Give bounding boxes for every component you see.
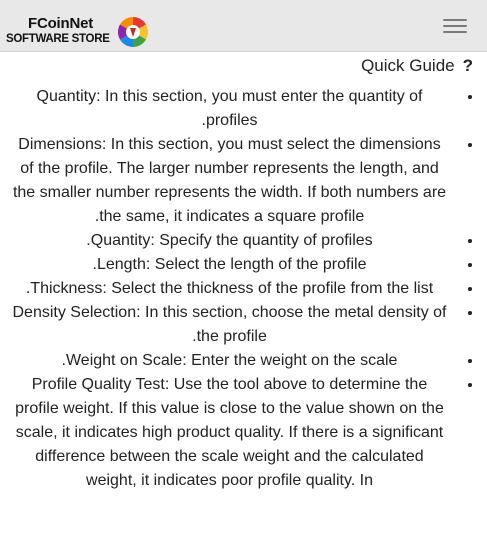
menu-bar bbox=[443, 31, 467, 33]
top-navbar: FCoinNet SOFTWARE STORE bbox=[0, 0, 487, 52]
brand-link[interactable]: FCoinNet SOFTWARE STORE bbox=[6, 9, 154, 49]
list-item: Weight on Scale: Enter the weight on the… bbox=[12, 349, 457, 373]
fcoinnet-logo-icon bbox=[117, 16, 149, 48]
menu-bar bbox=[443, 25, 467, 27]
brand-subtitle: SOFTWARE STORE bbox=[6, 33, 110, 45]
quick-guide-heading: ? Quick Guide bbox=[0, 54, 487, 80]
list-item: Length: Select the length of the profile… bbox=[12, 253, 457, 277]
quick-guide-list: Quantity: In this section, you must ente… bbox=[0, 85, 487, 493]
help-icon[interactable]: ? bbox=[463, 56, 473, 75]
quick-guide-title: Quick Guide bbox=[361, 56, 455, 75]
list-item: Thickness: Select the thickness of the p… bbox=[12, 277, 457, 301]
list-item: Profile Quality Test: Use the tool above… bbox=[12, 373, 457, 493]
list-item: Quantity: In this section, you must ente… bbox=[12, 85, 457, 133]
brand-name: FCoinNet bbox=[28, 15, 94, 32]
list-item: Dimensions: In this section, you must se… bbox=[12, 133, 457, 229]
menu-bar bbox=[443, 19, 467, 21]
hamburger-menu-icon[interactable] bbox=[443, 16, 469, 36]
list-item: Density Selection: In this section, choo… bbox=[12, 301, 457, 349]
list-item: Quantity: Specify the quantity of profil… bbox=[12, 229, 457, 253]
